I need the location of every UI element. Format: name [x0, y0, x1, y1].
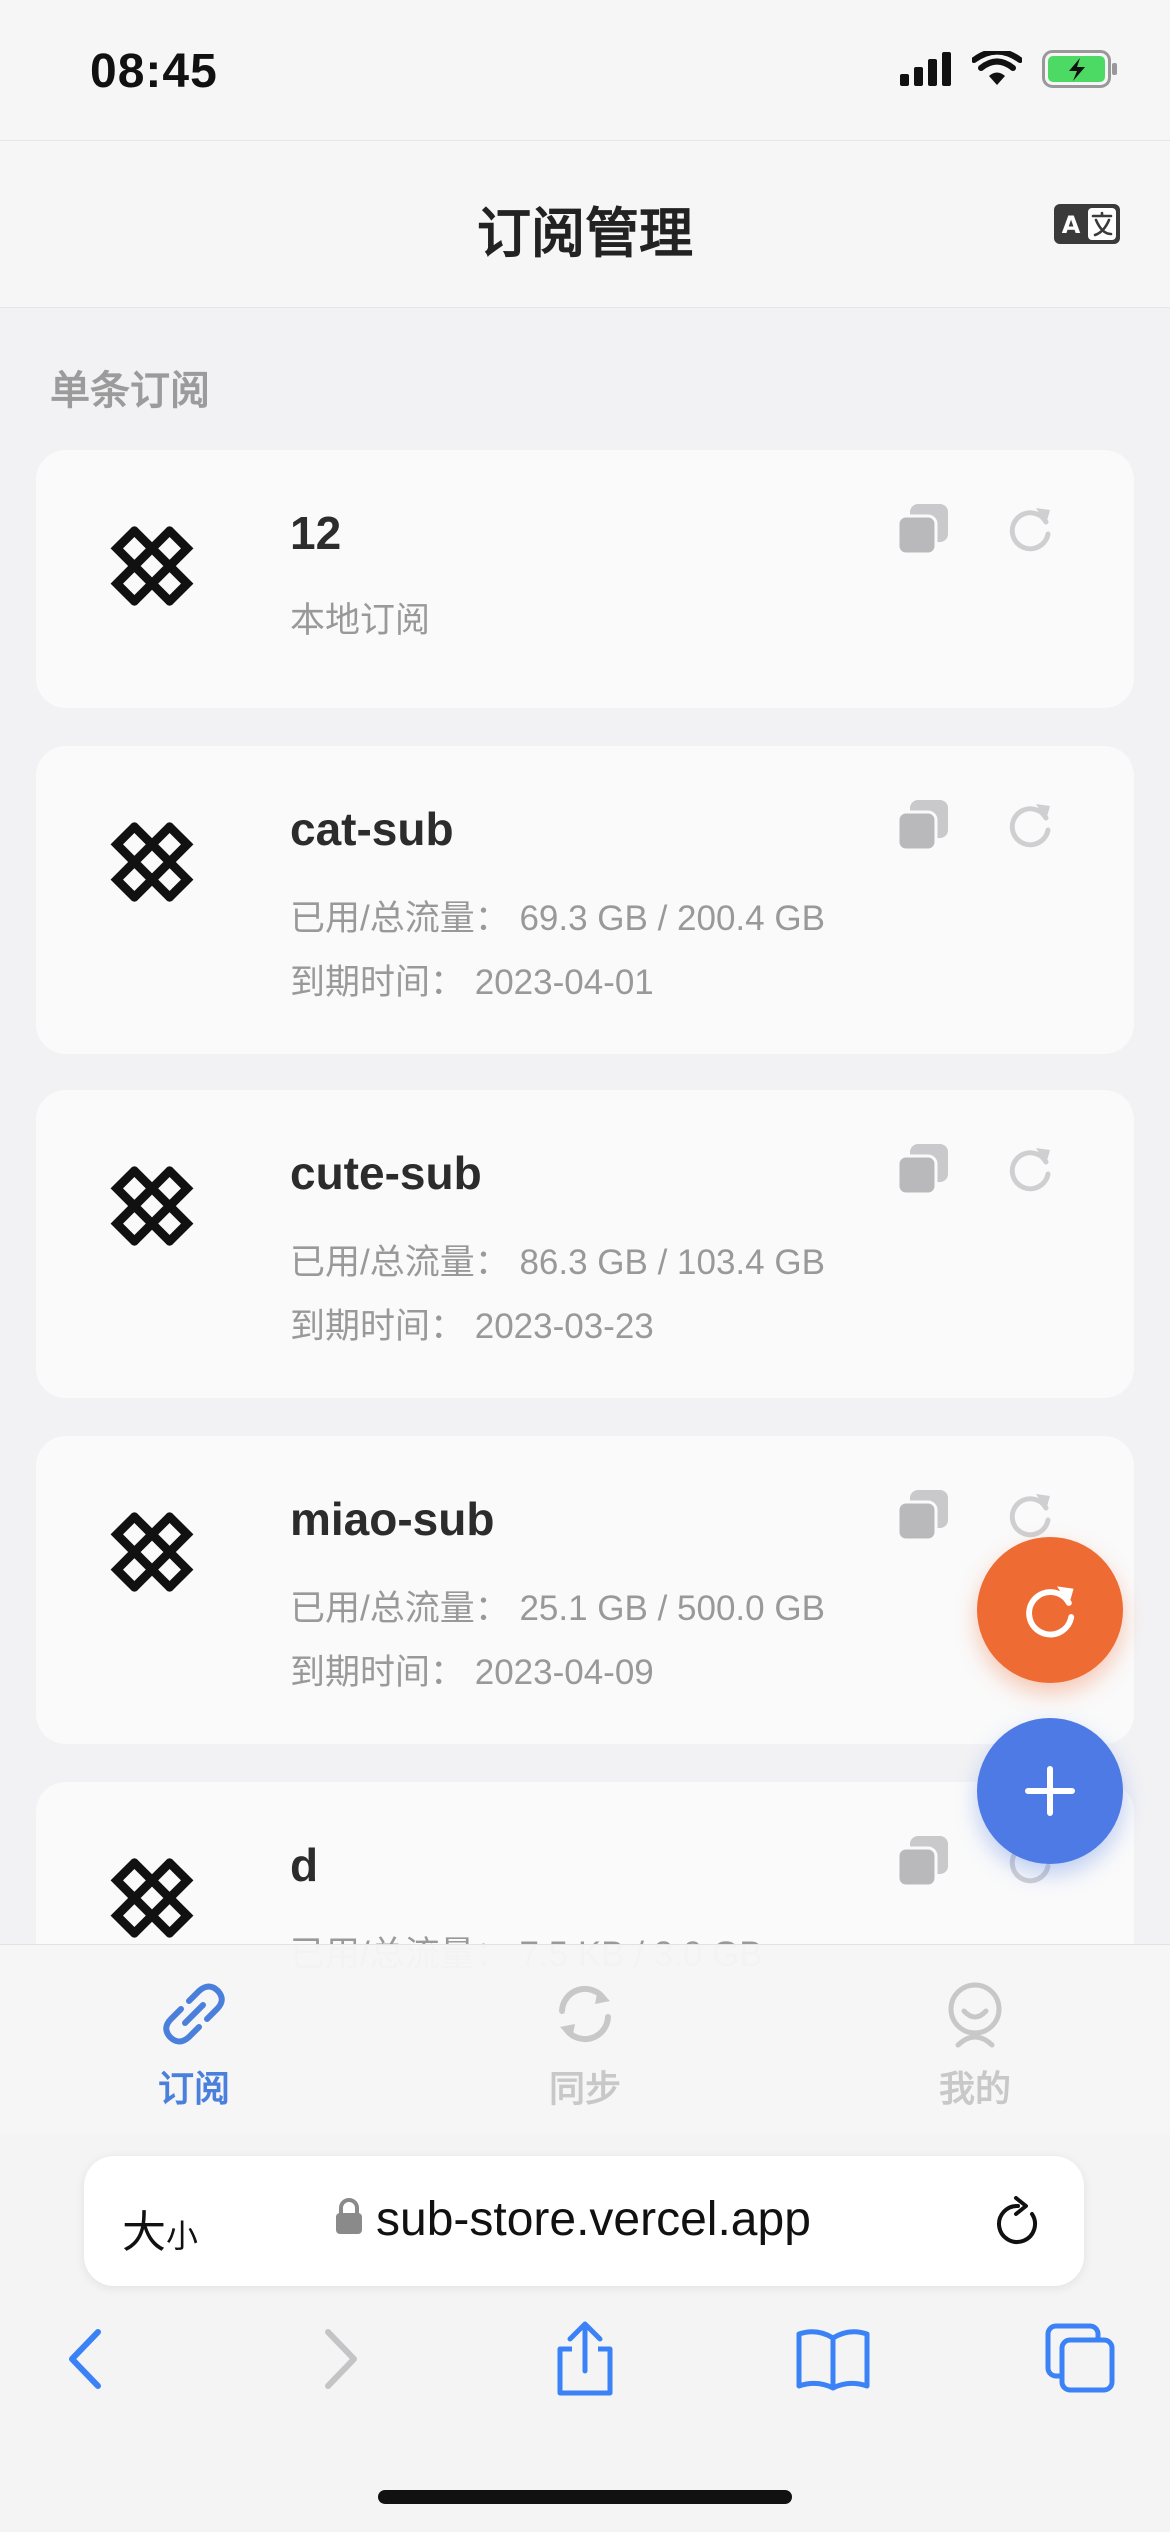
refresh-icon[interactable]	[1002, 500, 1058, 556]
address-bar[interactable]: 大小 sub-store.vercel.app	[84, 2156, 1084, 2286]
subscription-info: 本地订阅	[290, 601, 431, 640]
subscription-name: cat-sub	[290, 803, 454, 855]
traffic-usage: 已用/总流量： 86.3 GB / 103.4 GB	[290, 1243, 825, 1282]
url-text: sub-store.vercel.app	[376, 2193, 811, 2246]
subscription-name: cute-sub	[290, 1147, 482, 1199]
tab-label: 订阅	[157, 2068, 230, 2109]
refresh-icon[interactable]	[1002, 1140, 1058, 1196]
chevron-left-icon	[69, 2329, 101, 2389]
forward-button[interactable]	[294, 2314, 384, 2404]
section-label: 单条订阅	[50, 369, 210, 413]
back-button[interactable]	[42, 2314, 132, 2404]
refresh-icon[interactable]	[1002, 796, 1058, 852]
expiry-date: 到期时间： 2023-04-01	[290, 963, 654, 1002]
status-bar: 08:45	[0, 0, 1170, 140]
user-icon	[948, 1982, 1002, 2048]
traffic-usage: 已用/总流量： 69.3 GB / 200.4 GB	[290, 899, 825, 938]
sync-icon	[559, 1985, 611, 2043]
tab-sync[interactable]: 同步	[485, 1979, 685, 2112]
refresh-icon	[1026, 1586, 1075, 1638]
refresh-icon[interactable]	[1002, 1486, 1058, 1542]
bottom-tab-bar: 订阅 同步 我的	[0, 1944, 1170, 2135]
status-time: 08:45	[90, 45, 218, 98]
tab-label: 同步	[548, 2068, 621, 2109]
surge-logo-icon	[110, 1858, 194, 1938]
surge-logo-icon	[110, 1166, 194, 1246]
subscription-card[interactable]: cute-sub 已用/总流量： 86.3 GB / 103.4 GB 到期时间…	[36, 1090, 1134, 1398]
traffic-usage: 已用/总流量： 25.1 GB / 500.0 GB	[290, 1589, 825, 1628]
text-size-small: 小	[166, 2218, 199, 2254]
subscription-card[interactable]: miao-sub 已用/总流量： 25.1 GB / 500.0 GB 到期时间…	[36, 1436, 1134, 1744]
link-icon	[163, 1983, 225, 2045]
reload-icon[interactable]	[992, 2194, 1044, 2250]
plus-icon	[1025, 1766, 1075, 1816]
battery-icon	[1042, 50, 1117, 88]
refresh-all-button[interactable]	[977, 1537, 1123, 1683]
wifi-icon	[972, 51, 1022, 85]
surge-logo-icon	[110, 526, 194, 606]
bookmarks-button[interactable]	[788, 2314, 878, 2404]
text-size-large: 大	[122, 2208, 166, 2257]
status-icons	[900, 50, 1118, 88]
browser-chrome: 大小 sub-store.vercel.app	[0, 2134, 1170, 2532]
subscription-card[interactable]: cat-sub 已用/总流量： 69.3 GB / 200.4 GB 到期时间：…	[36, 746, 1134, 1054]
expiry-date: 到期时间： 2023-03-23	[290, 1307, 654, 1346]
tabs-icon	[1045, 2323, 1115, 2393]
signal-icon	[900, 52, 951, 86]
subscription-name: 12	[290, 507, 342, 559]
subscription-name: miao-sub	[290, 1493, 495, 1545]
subscription-name: d	[290, 1839, 319, 1891]
copy-icon[interactable]	[896, 502, 950, 556]
svg-text:A: A	[1062, 211, 1081, 239]
copy-icon[interactable]	[896, 1488, 950, 1542]
home-indicator	[378, 2490, 792, 2504]
expiry-date: 到期时间： 2023-04-09	[290, 1653, 654, 1692]
translate-button[interactable]: A	[1054, 204, 1120, 249]
nav-header: 订阅管理 A	[0, 140, 1170, 308]
text-size-button[interactable]: 大小	[122, 2196, 198, 2260]
page-title: 订阅管理	[477, 204, 693, 264]
add-subscription-button[interactable]	[977, 1718, 1123, 1864]
tab-label: 我的	[938, 2068, 1011, 2109]
tab-subscriptions[interactable]: 订阅	[94, 1979, 294, 2112]
subscription-card[interactable]: 12 本地订阅	[36, 450, 1134, 708]
copy-icon[interactable]	[896, 1142, 950, 1196]
lock-icon	[336, 2198, 362, 2234]
surge-logo-icon	[110, 1512, 194, 1592]
translate-icon: A	[1054, 204, 1120, 244]
share-icon	[557, 2321, 613, 2396]
tabs-button[interactable]	[1036, 2314, 1126, 2404]
tab-profile[interactable]: 我的	[875, 1979, 1075, 2112]
book-icon	[796, 2329, 870, 2391]
copy-icon[interactable]	[896, 798, 950, 852]
chevron-right-icon	[325, 2329, 357, 2389]
surge-logo-icon	[110, 822, 194, 902]
copy-icon[interactable]	[896, 1834, 950, 1888]
share-button[interactable]	[540, 2314, 630, 2404]
